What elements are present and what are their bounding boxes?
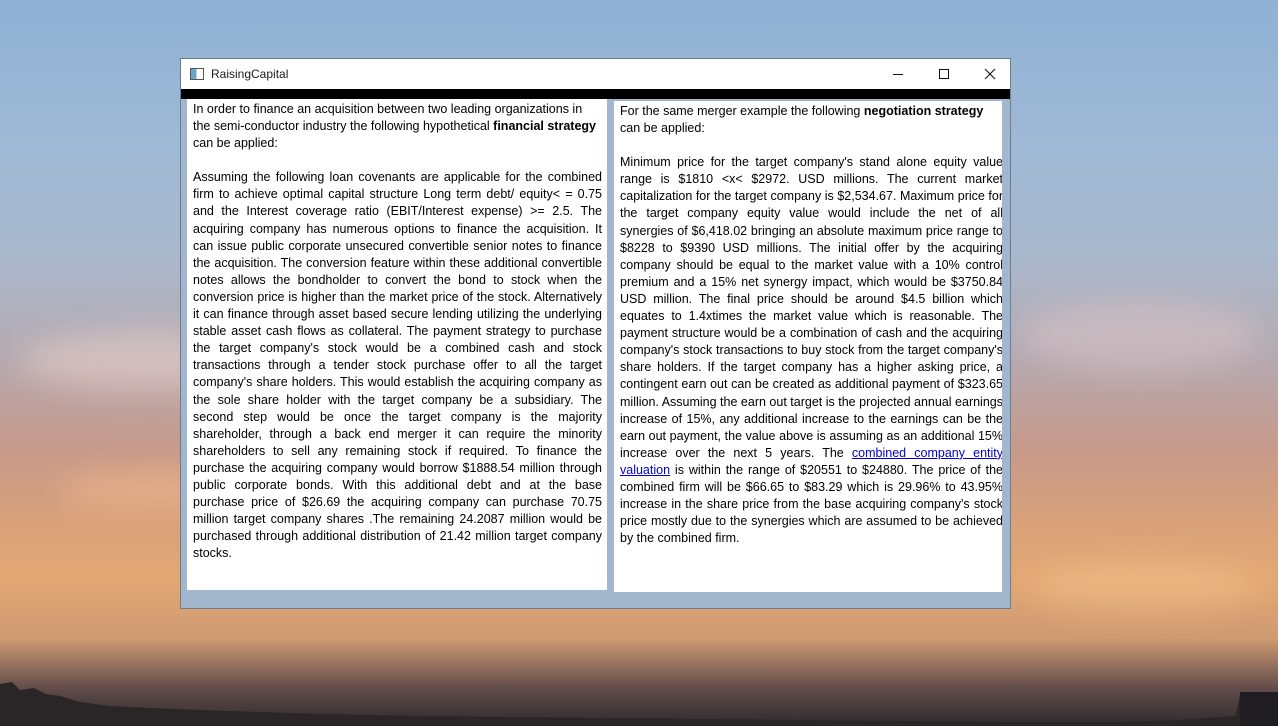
sky-cloud: [1030, 560, 1260, 610]
financial-strategy-bold: financial strategy: [493, 119, 596, 134]
toolbar-strip: [181, 89, 1010, 99]
maximize-icon: [939, 69, 949, 79]
sky-cloud: [1020, 300, 1260, 370]
maximize-button[interactable]: [921, 59, 967, 89]
minimize-icon: [893, 74, 903, 75]
window-title: RaisingCapital: [211, 67, 289, 81]
city-skyline: [0, 682, 1278, 726]
negotiation-strategy-body: Minimum price for the target company's s…: [620, 155, 1002, 546]
minimize-button[interactable]: [875, 59, 921, 89]
financial-strategy-panel[interactable]: In order to finance an acquisition betwe…: [187, 99, 607, 590]
financial-strategy-body: Assuming the following loan covenants ar…: [193, 170, 602, 561]
close-button[interactable]: [967, 59, 1013, 89]
financial-strategy-intro: In order to finance an acquisition betwe…: [193, 102, 596, 151]
negotiation-strategy-bold: negotiation strategy: [863, 104, 984, 118]
raising-capital-window: RaisingCapital In order to finance an ac…: [180, 58, 1011, 609]
app-icon: [190, 68, 204, 80]
negotiation-strategy-panel[interactable]: For the same merger example the followin…: [614, 101, 1002, 592]
negotiation-strategy-intro: For the same merger example the followin…: [620, 104, 984, 136]
title-bar[interactable]: RaisingCapital: [181, 59, 1010, 89]
close-icon: [984, 68, 996, 80]
